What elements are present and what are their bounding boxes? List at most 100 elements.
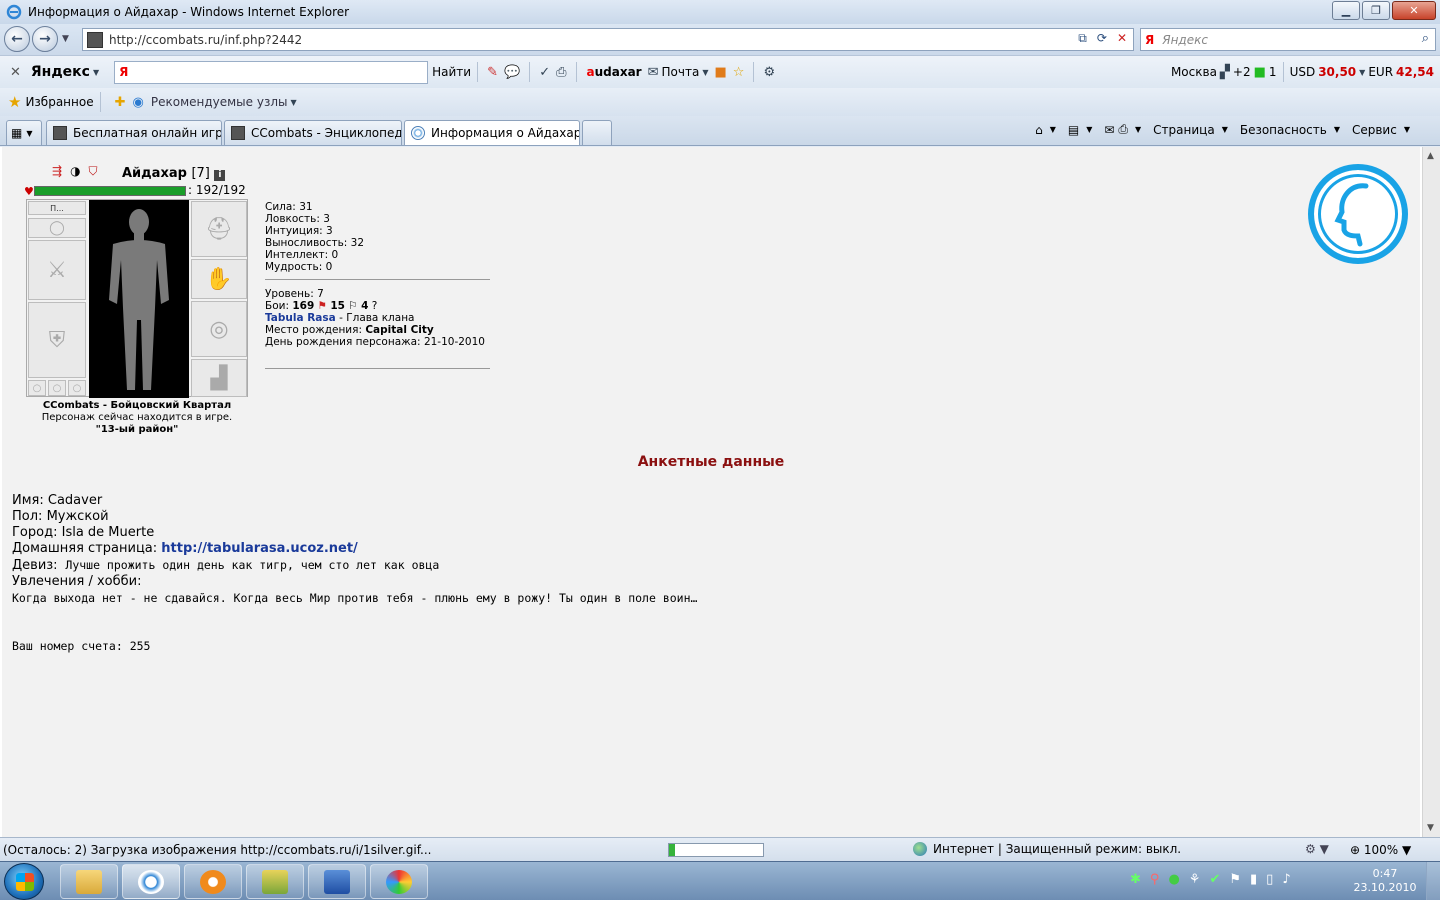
character-avatar[interactable] [89,200,189,398]
taskbar-internet-explorer[interactable] [122,864,180,899]
security-menu[interactable]: Безопасность [1240,123,1327,137]
new-tab-button[interactable] [582,120,612,145]
tray-app-icon[interactable]: ✱ [1130,872,1141,887]
eur-value[interactable]: 42,54 [1396,65,1434,79]
tray-app-icon[interactable]: ● [1168,872,1179,887]
slot-helmet[interactable]: ⛑ [191,201,247,257]
stat-endurance: Выносливость: 32 [265,237,365,249]
city-label[interactable]: Москва [1171,65,1217,79]
maximize-button[interactable]: ❐ [1362,1,1390,20]
yandex-search-input[interactable]: Я [114,60,429,84]
tab-character-info[interactable]: Информация о Айдахар ✕ [404,120,580,145]
usd-value[interactable]: 30,50 [1318,65,1356,79]
stop-icon[interactable]: ✕ [1117,31,1127,46]
chevron-down-icon[interactable]: ▼ [1359,68,1365,77]
volume-icon[interactable]: ♪ [1282,872,1290,887]
scroll-down-icon[interactable]: ▼ [1427,823,1434,833]
spellcheck-icon[interactable]: ✓ [539,65,550,80]
forward-button[interactable]: → [32,26,58,52]
traffic-value[interactable]: 1 [1269,65,1277,79]
taskbar-paint[interactable] [370,864,428,899]
star-icon[interactable]: ☆ [733,65,745,80]
quick-tabs-button[interactable]: ▦ ▼ [6,120,42,145]
yandex-brand[interactable]: Яндекс [31,64,90,80]
print-icon[interactable]: ⎙ [1118,122,1128,137]
vertical-scrollbar[interactable]: ▲ ▼ [1422,147,1440,837]
translate-icon[interactable]: ⎙ [556,65,566,80]
chevron-down-icon[interactable]: ▼ [26,129,32,138]
network-icon[interactable]: ▮ [1250,872,1257,887]
slot-ring-2[interactable]: ○ [48,380,66,396]
security-zone[interactable]: Интернет | Защищенный режим: выкл. [913,842,1181,856]
back-button[interactable]: ← [4,26,30,52]
boots-icon: ▟ [210,365,228,391]
slot-ring-1[interactable]: ○ [28,380,46,396]
chevron-down-icon[interactable]: ▼ [702,68,708,77]
minimize-button[interactable]: ▁ [1332,1,1360,20]
service-menu[interactable]: Сервис [1352,123,1397,137]
scroll-up-icon[interactable]: ▲ [1427,151,1434,161]
weather-value[interactable]: +2 [1233,65,1251,79]
address-url[interactable]: http://ccombats.ru/inf.php?2442 [109,33,302,47]
page-menu[interactable]: Страница [1153,123,1215,137]
taskbar-game[interactable] [246,864,304,899]
slot-gloves[interactable]: ✋ [191,259,247,299]
find-button[interactable]: Найти [432,65,471,79]
help-link[interactable]: ? [372,300,378,312]
chevron-down-icon[interactable]: ▼ [290,98,296,107]
slot-shield[interactable]: ◎ [191,301,247,357]
slot-earrings[interactable]: П... [28,201,86,215]
slot-amulet[interactable]: ◯ [28,218,86,238]
homepage-link[interactable]: http://tabularasa.ucoz.net/ [161,541,358,556]
favorites-button[interactable]: Избранное [25,95,93,109]
slot-armor[interactable]: ⛨ [28,302,86,378]
gear-icon[interactable]: ⚙ [763,65,775,80]
mail-link[interactable]: Почта [662,65,700,79]
zoom-level[interactable]: ⊕ 100% ▼ [1350,843,1411,857]
taskbar-clock[interactable]: 0:47 23.10.2010 [1350,867,1420,895]
address-bar[interactable]: http://ccombats.ru/inf.php?2442 ⧉ ⟳ ✕ [82,28,1134,51]
protected-mode-icon[interactable]: ⚙ ▼ [1305,842,1329,856]
start-button[interactable] [4,863,44,900]
info-icon[interactable]: i [214,170,226,181]
tray-security-icon[interactable]: ✔ [1209,872,1220,887]
yandex-user[interactable]: audaxar [587,65,642,79]
chevron-down-icon[interactable]: ▼ [1404,125,1410,134]
tab-ccombats-encyclopedia[interactable]: CCombats - Энциклопеди... [224,120,402,145]
chevron-down-icon[interactable]: ▼ [1222,125,1228,134]
tab-ccombats-game[interactable]: Бесплатная онлайн игра ... [46,120,222,145]
chevron-down-icon[interactable]: ▼ [93,68,99,77]
close-window-button[interactable]: ✕ [1392,1,1436,20]
taskbar-word[interactable] [308,864,366,899]
read-mail-icon[interactable]: ✉ [1104,123,1114,137]
chevron-down-icon[interactable]: ▼ [1135,125,1141,134]
tray-app-icon[interactable]: ⚲ [1150,872,1160,887]
close-toolbar-icon[interactable]: ✕ [10,65,21,80]
add-favorite-icon[interactable]: ✚ [115,95,126,110]
refresh-icon[interactable]: ⟳ [1097,31,1107,46]
show-desktop-button[interactable] [1426,862,1440,900]
taskbar-explorer[interactable] [60,864,118,899]
tray-app-icon[interactable]: ⚘ [1189,872,1201,887]
compatibility-view-icon[interactable]: ⧉ [1078,31,1087,46]
chevron-down-icon[interactable]: ▼ [1086,125,1092,134]
slot-weapon[interactable]: ⚔ [28,240,86,300]
slot-boots[interactable]: ▟ [191,359,247,397]
chat-icon[interactable]: 💬 [504,65,520,80]
suggested-sites-link[interactable]: Рекомендуемые узлы [151,95,288,109]
search-box[interactable]: Я Яндекс ⌕ [1140,28,1436,51]
pen-icon[interactable]: ✎ [487,65,498,80]
action-center-icon[interactable]: ⚑ [1229,872,1241,887]
recent-pages-dropdown[interactable]: ▼ [62,34,69,44]
chevron-down-icon[interactable]: ▼ [1050,125,1056,134]
home-icon[interactable]: ⌂ [1035,123,1043,137]
clan-shield-icon[interactable]: ⛉ [89,164,98,179]
chevron-down-icon[interactable]: ▼ [1334,125,1340,134]
bookmark-icon[interactable]: ■ [714,65,726,80]
feeds-icon[interactable]: ▤ [1068,123,1079,137]
taskbar-media-player[interactable] [184,864,242,899]
search-icon[interactable]: ⌕ [1422,31,1429,46]
clan-link[interactable]: Tabula Rasa [265,312,336,324]
slot-ring-3[interactable]: ○ [68,380,86,396]
power-icon[interactable]: ▯ [1266,872,1273,887]
